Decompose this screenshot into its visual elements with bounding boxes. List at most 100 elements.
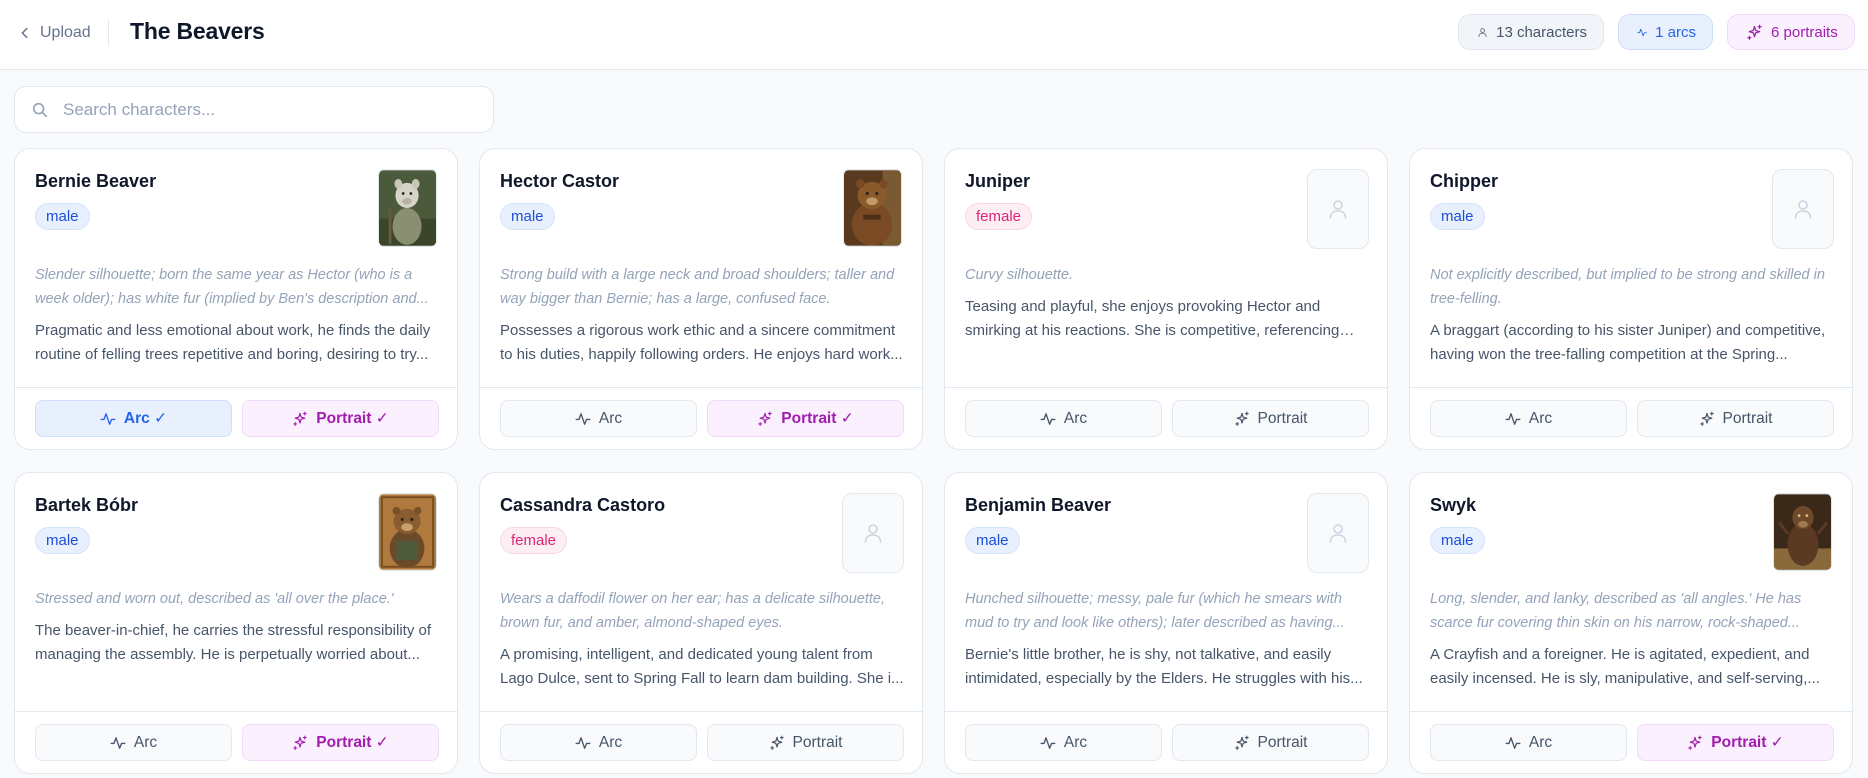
character-card[interactable]: Benjamin Beaver male Hunched silhouette;… [944, 472, 1388, 774]
card-actions: Arc Portrait ✓ [1410, 711, 1852, 773]
portrait-button[interactable]: Portrait ✓ [707, 400, 904, 437]
character-name: Benjamin Beaver [965, 495, 1112, 515]
portrait-placeholder[interactable] [842, 493, 904, 573]
gender-badge: female [965, 203, 1033, 230]
character-portrait-thumbnail[interactable] [843, 169, 902, 247]
portrait-button-label: Portrait ✓ [781, 410, 854, 427]
arc-button[interactable]: Arc [965, 724, 1162, 761]
sparkles-icon [1234, 735, 1249, 750]
character-name: Chipper [1430, 171, 1499, 191]
arc-button[interactable]: Arc ✓ [35, 400, 232, 437]
top-bar: Upload The Beavers 13 characters 1 arcs … [0, 0, 1868, 70]
bio-text: Possesses a rigorous work ethic and a si… [500, 322, 903, 363]
portraits-count: 6 portraits [1771, 23, 1838, 41]
card-actions: Arc Portrait [1410, 387, 1852, 449]
user-icon [1329, 200, 1347, 219]
back-to-upload-link[interactable]: Upload [18, 22, 91, 44]
character-name: Juniper [965, 171, 1031, 191]
chevron-left-icon [21, 27, 28, 39]
search-box [14, 86, 494, 133]
gender-badge: female [500, 527, 568, 554]
character-portrait-thumbnail[interactable] [378, 493, 437, 571]
back-label: Upload [40, 24, 91, 41]
character-card[interactable]: Hector Castor male Strong build with a l… [479, 148, 923, 450]
arc-button-label: Arc [1528, 409, 1553, 427]
activity-icon [575, 736, 591, 749]
arc-button-label: Arc [598, 409, 623, 427]
portrait-image [1774, 494, 1831, 570]
arc-button-label: Arc [133, 733, 158, 751]
portrait-button[interactable]: Portrait [707, 724, 904, 761]
arcs-count-badge[interactable]: 1 arcs [1618, 14, 1713, 50]
portrait-image [379, 170, 436, 246]
character-name: Swyk [1430, 495, 1477, 515]
character-card[interactable]: Bartek Bóbr male Stressed and worn out, … [14, 472, 458, 774]
bio-text: The beaver-in-chief, he carries the stre… [35, 622, 432, 663]
bio-text: A Crayfish and a foreigner. He is agitat… [1430, 646, 1820, 687]
portrait-button[interactable]: Portrait [1637, 400, 1834, 437]
portrait-button[interactable]: Portrait [1172, 400, 1369, 437]
page-title: The Beavers [130, 18, 265, 44]
search-input[interactable] [63, 99, 483, 120]
character-card[interactable]: Bernie Beaver male Slender silhouette; b… [14, 148, 458, 450]
character-grid: Bernie Beaver male Slender silhouette; b… [14, 148, 1856, 774]
arc-button-label: Arc [1063, 733, 1088, 751]
character-name: Hector Castor [500, 171, 620, 191]
character-name: Bartek Bóbr [35, 495, 139, 515]
character-portrait-thumbnail[interactable] [1773, 493, 1832, 571]
portrait-button-label: Portrait ✓ [316, 410, 389, 427]
activity-icon [1040, 412, 1056, 425]
card-actions: Arc Portrait ✓ [15, 711, 457, 773]
arc-button[interactable]: Arc [965, 400, 1162, 437]
arc-button[interactable]: Arc [35, 724, 232, 761]
card-actions: Arc Portrait [945, 387, 1387, 449]
arc-button[interactable]: Arc [500, 400, 697, 437]
card-actions: Arc Portrait [945, 711, 1387, 773]
activity-icon [575, 412, 591, 425]
appearance-text: Slender silhouette; born the same year a… [35, 267, 429, 307]
portrait-button[interactable]: Portrait ✓ [242, 724, 439, 761]
appearance-text: Wears a daffodil flower on her ear; has … [500, 591, 886, 631]
portrait-placeholder[interactable] [1307, 169, 1369, 249]
arc-button[interactable]: Arc [1430, 724, 1627, 761]
portrait-button-label: Portrait [1257, 409, 1308, 427]
portrait-button-label: Portrait [1257, 733, 1308, 751]
portrait-button[interactable]: Portrait ✓ [242, 400, 439, 437]
portrait-button-label: Portrait [1722, 409, 1773, 427]
characters-count-badge: 13 characters [1458, 14, 1604, 50]
arc-button-label: Arc [598, 733, 623, 751]
appearance-text: Stressed and worn out, described as 'all… [35, 591, 394, 607]
character-name: Bernie Beaver [35, 171, 157, 191]
portrait-button-label: Portrait [792, 733, 843, 751]
activity-icon [1505, 412, 1521, 425]
user-icon [1329, 524, 1347, 543]
gender-badge: male [1430, 527, 1485, 554]
character-card[interactable]: Swyk male Long, slender, and lanky, desc… [1409, 472, 1853, 774]
activity-icon [100, 412, 116, 425]
portrait-image [844, 170, 901, 246]
character-card[interactable]: Chipper male Not explicitly described, b… [1409, 148, 1853, 450]
search-icon [32, 102, 48, 117]
gender-badge: male [500, 203, 555, 230]
activity-icon [1637, 28, 1647, 36]
character-portrait-thumbnail[interactable] [378, 169, 437, 247]
user-icon [864, 524, 882, 543]
character-card[interactable]: Cassandra Castoro female Wears a daffodi… [479, 472, 923, 774]
sparkles-icon [769, 735, 784, 750]
activity-icon [1505, 736, 1521, 749]
arc-button[interactable]: Arc [1430, 400, 1627, 437]
portrait-button[interactable]: Portrait [1172, 724, 1369, 761]
sparkles-icon [1688, 735, 1703, 750]
appearance-text: Long, slender, and lanky, described as '… [1430, 591, 1802, 631]
portraits-count-badge[interactable]: 6 portraits [1727, 14, 1855, 50]
portrait-button-label: Portrait ✓ [316, 734, 389, 751]
portrait-button-label: Portrait ✓ [1711, 734, 1784, 751]
appearance-text: Curvy silhouette. [965, 267, 1073, 283]
portrait-placeholder[interactable] [1772, 169, 1834, 249]
character-card[interactable]: Juniper female Curvy silhouette. Teasing… [944, 148, 1388, 450]
arc-button[interactable]: Arc [500, 724, 697, 761]
bio-text: A promising, intelligent, and dedicated … [500, 646, 904, 687]
portrait-button[interactable]: Portrait ✓ [1637, 724, 1834, 761]
portrait-placeholder[interactable] [1307, 493, 1369, 573]
arcs-count: 1 arcs [1655, 23, 1696, 41]
